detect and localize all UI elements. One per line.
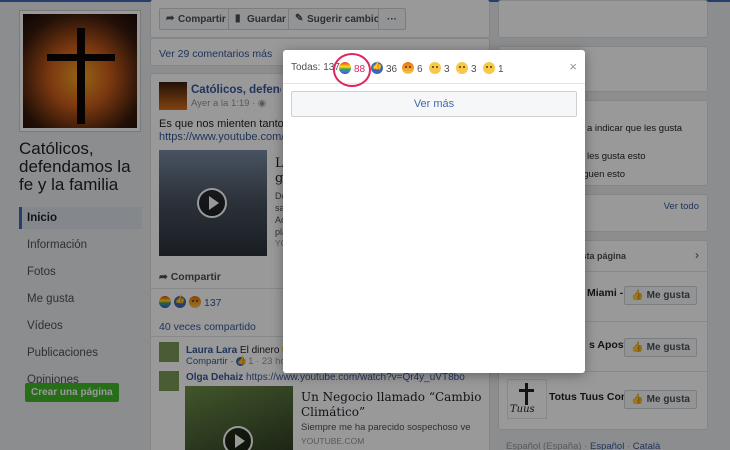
haha-reaction-icon — [483, 62, 495, 74]
tab-angry-reaction[interactable]: 6 — [402, 62, 423, 75]
angry-reaction-icon — [402, 62, 414, 74]
like-count: 36 — [386, 64, 398, 75]
tab-like-reaction[interactable]: 36 — [371, 61, 398, 75]
tab-wow-reaction[interactable]: 3 — [429, 62, 450, 75]
highlight-circle — [333, 53, 371, 87]
wow-count: 3 — [444, 64, 450, 75]
tab-sad-reaction[interactable]: 3 — [456, 62, 477, 75]
reactions-tabs: Todas: 137 88 36 6 3 3 1 × — [283, 50, 585, 87]
like-reaction-icon — [371, 61, 383, 74]
haha-count: 1 — [498, 64, 504, 75]
sad-count: 3 — [471, 64, 477, 75]
close-icon[interactable]: × — [569, 59, 577, 74]
angry-count: 6 — [417, 64, 423, 75]
reactions-dialog: Todas: 137 88 36 6 3 3 1 × Ver más — [283, 50, 585, 373]
tab-haha-reaction[interactable]: 1 — [483, 62, 504, 75]
sad-reaction-icon — [456, 62, 468, 74]
see-more-button[interactable]: Ver más — [291, 91, 577, 117]
wow-reaction-icon — [429, 62, 441, 74]
